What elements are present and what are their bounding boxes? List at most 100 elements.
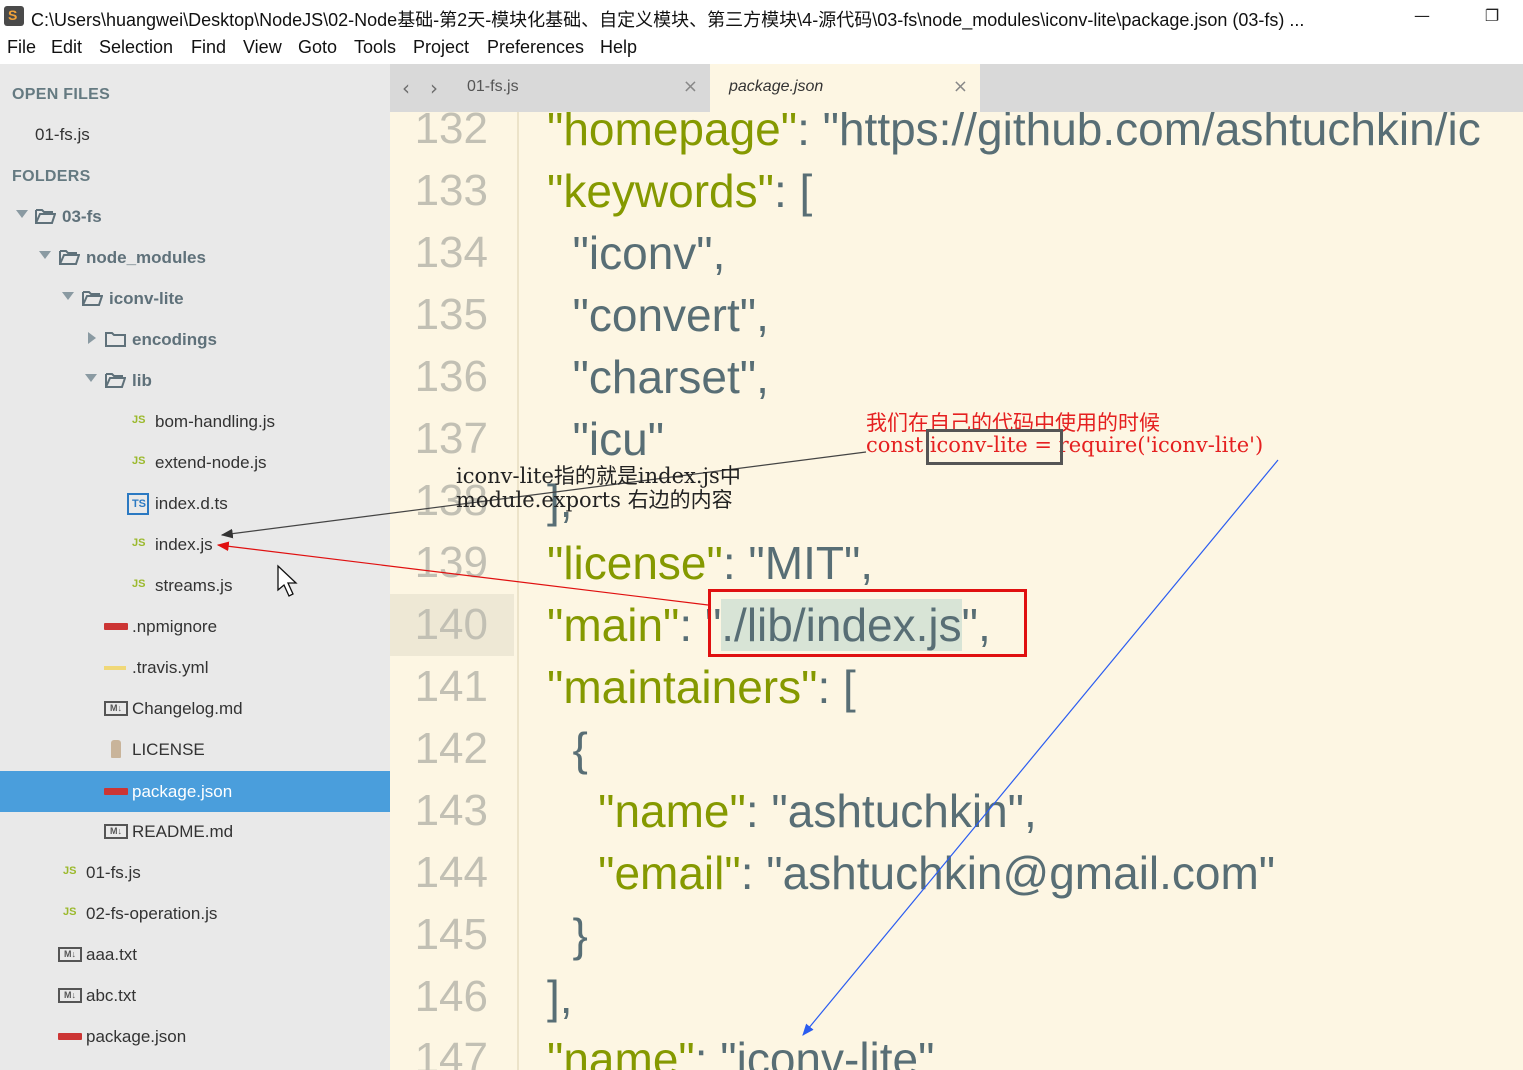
disclosure-open-icon[interactable] [16, 210, 28, 218]
menu-edit[interactable]: Edit [51, 37, 82, 58]
code-line[interactable]: 139 "license": "MIT", [390, 532, 1523, 594]
close-icon[interactable]: × [953, 76, 968, 97]
disclosure-open-icon[interactable] [85, 374, 97, 382]
tab-label: package.json [729, 78, 824, 95]
tree-folder-encodings[interactable]: encodings [0, 319, 390, 360]
tree-label: 02-fs-operation.js [86, 904, 218, 923]
code-editor[interactable]: 132 "homepage": "https://github.com/ashtu… [390, 112, 1523, 1070]
code-line[interactable]: 140 "main": "./lib/index.js", [390, 594, 1523, 656]
json-token: " [961, 599, 978, 651]
tree-file-license[interactable]: LICENSE [0, 729, 390, 770]
tree-file-index-js[interactable]: JS index.js [0, 524, 390, 565]
json-token: "https://github.com/ashtuchkin/ic [822, 112, 1481, 155]
ts-file-icon: TS [127, 493, 149, 515]
code-text: ], [547, 966, 573, 1028]
code-text: "keywords": [ [547, 160, 812, 222]
json-token: , [860, 537, 874, 589]
code-line[interactable]: 136 "charset", [390, 346, 1523, 408]
menu-help[interactable]: Help [600, 37, 637, 58]
tree-label: abc.txt [86, 986, 137, 1005]
json-token: : [ [817, 661, 856, 713]
tree-label: bom-handling.js [155, 412, 276, 431]
sublime-app-icon [4, 6, 24, 26]
open-file-item[interactable]: 01-fs.js [0, 114, 390, 155]
json-key: "homepage" [547, 112, 798, 155]
code-line[interactable]: 143 "name": "ashtuchkin", [390, 780, 1523, 842]
tree-label: .npmignore [132, 617, 218, 636]
disclosure-open-icon[interactable] [62, 292, 74, 300]
line-number: 134 [414, 228, 488, 277]
line-number: 133 [414, 166, 488, 215]
tab-package-json[interactable]: package.json × [710, 64, 980, 112]
tree-label: index.js [155, 535, 213, 554]
json-token: , [934, 1033, 948, 1070]
tab-back-icon[interactable]: ‹ [402, 76, 410, 100]
line-number: 146 [414, 972, 488, 1021]
json-token: "ashtuchkin@gmail.com" [766, 847, 1276, 899]
json-token: : [679, 599, 705, 651]
json-token: : [694, 1033, 721, 1070]
tree-file-changelog[interactable]: M↓ Changelog.md [0, 688, 390, 729]
js-file-icon: JS [132, 537, 146, 549]
code-text: "maintainers": [ [547, 656, 856, 718]
line-number: 132 [414, 112, 488, 153]
code-line[interactable]: 142 { [390, 718, 1523, 780]
code-line[interactable]: 145 } [390, 904, 1523, 966]
code-text: "convert", [547, 284, 769, 346]
minimize-button[interactable]: — [1407, 4, 1437, 28]
code-text: "email": "ashtuchkin@gmail.com" [547, 842, 1275, 904]
disclosure-open-icon[interactable] [39, 251, 51, 259]
tree-file-aaa-txt[interactable]: M↓ aaa.txt [0, 934, 390, 975]
tree-file-bom-handling[interactable]: JS bom-handling.js [0, 401, 390, 442]
tab-forward-icon[interactable]: › [430, 76, 438, 100]
disclosure-closed-icon[interactable] [88, 332, 96, 344]
tree-folder-lib[interactable]: lib [0, 360, 390, 401]
tree-file-npmignore[interactable]: .npmignore [0, 606, 390, 647]
tree-file-readme[interactable]: M↓ README.md [0, 811, 390, 852]
tree-file-package-json-selected[interactable]: package.json [0, 771, 390, 812]
code-line[interactable]: 135 "convert", [390, 284, 1523, 346]
menu-project[interactable]: Project [413, 37, 469, 58]
code-line[interactable]: 141 "maintainers": [ [390, 656, 1523, 718]
menu-selection[interactable]: Selection [99, 37, 173, 58]
window-title: C:\Users\huangwei\Desktop\NodeJS\02-Node… [31, 10, 1305, 30]
tree-file-extend-node[interactable]: JS extend-node.js [0, 442, 390, 483]
json-key: "license" [547, 537, 723, 589]
menu-goto[interactable]: Goto [298, 37, 337, 58]
close-icon[interactable]: × [683, 76, 698, 97]
code-line[interactable]: 147 "name": "iconv-lite", [390, 1028, 1523, 1070]
tree-folder-iconv-lite[interactable]: iconv-lite [0, 278, 390, 319]
tree-file-travis-yml[interactable]: .travis.yml [0, 647, 390, 688]
code-line[interactable]: 133 "keywords": [ [390, 160, 1523, 222]
tree-file-root-package-json[interactable]: package.json [0, 1016, 390, 1057]
menu-preferences[interactable]: Preferences [487, 37, 584, 58]
code-line[interactable]: 144 "email": "ashtuchkin@gmail.com" [390, 842, 1523, 904]
license-file-icon [111, 740, 121, 758]
menu-view[interactable]: View [243, 37, 282, 58]
json-token: , [756, 289, 769, 341]
menu-file[interactable]: File [7, 37, 36, 58]
line-number: 142 [414, 724, 488, 773]
code-line[interactable]: 132 "homepage": "https://github.com/ashtu… [390, 112, 1523, 160]
tree-file-index-d-ts[interactable]: TS index.d.ts [0, 483, 390, 524]
tree-file-02-fs-operation[interactable]: JS 02-fs-operation.js [0, 893, 390, 934]
npm-file-icon [104, 788, 128, 795]
menu-tools[interactable]: Tools [354, 37, 396, 58]
code-text: "icu" [547, 408, 664, 470]
code-line[interactable]: 137 "icu" [390, 408, 1523, 470]
tree-file-01-fs[interactable]: JS 01-fs.js [0, 852, 390, 893]
tree-file-abc-txt[interactable]: M↓ abc.txt [0, 975, 390, 1016]
tree-folder-node-modules[interactable]: node_modules [0, 237, 390, 278]
title-bar: C:\Users\huangwei\Desktop\NodeJS\02-Node… [0, 0, 1523, 34]
tab-01-fs-js[interactable]: 01-fs.js × [458, 64, 710, 112]
code-line[interactable]: 138], [390, 470, 1523, 532]
json-key: "name" [547, 785, 746, 837]
code-line[interactable]: 134 "iconv", [390, 222, 1523, 284]
menu-find[interactable]: Find [191, 37, 226, 58]
tree-label: encodings [132, 330, 218, 349]
code-line[interactable]: 146], [390, 966, 1523, 1028]
json-key: "main" [547, 599, 680, 651]
tree-folder-03-fs[interactable]: 03-fs [0, 196, 390, 237]
tree-file-streams[interactable]: JS streams.js [0, 565, 390, 606]
restore-button[interactable]: ❐ [1477, 4, 1507, 28]
